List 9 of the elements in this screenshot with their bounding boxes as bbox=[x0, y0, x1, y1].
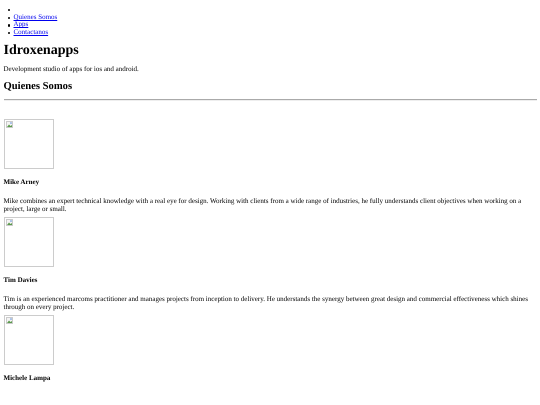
bullet-icon bbox=[8, 32, 10, 34]
bullet-icon bbox=[8, 16, 10, 20]
site-title: Idroxenapps bbox=[4, 42, 80, 58]
bullet-icon bbox=[8, 9, 10, 12]
broken-image-icon bbox=[6, 219, 12, 226]
broken-image-icon bbox=[6, 316, 12, 324]
broken-image-icon bbox=[6, 121, 12, 128]
section-heading: Quienes Somos bbox=[4, 80, 74, 92]
bullet-icon bbox=[8, 24, 10, 27]
